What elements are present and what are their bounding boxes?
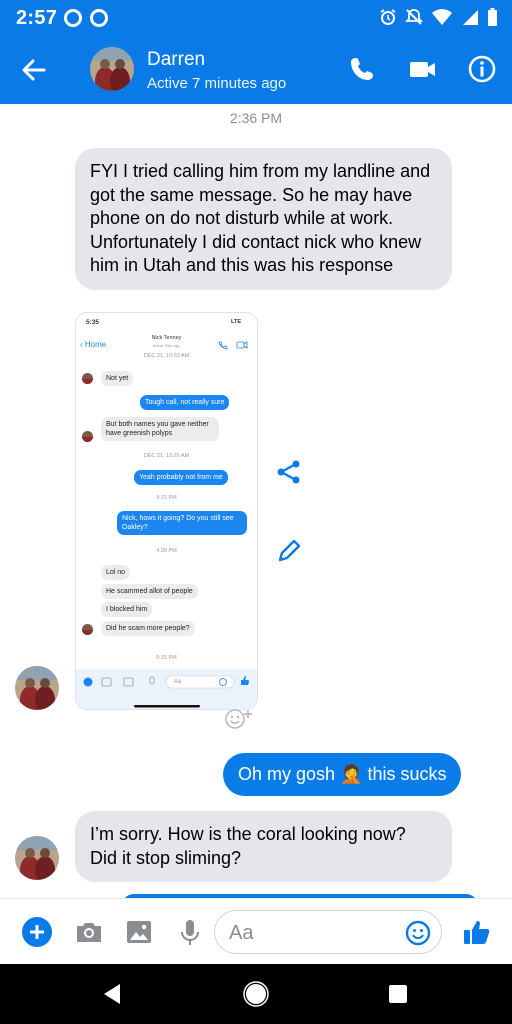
shot-call-icons: [218, 341, 248, 350]
share-icon[interactable]: [275, 458, 303, 486]
shot-message: Nick, hows it going? Do you still see Oa…: [117, 511, 247, 535]
nav-back-icon[interactable]: [100, 981, 126, 1007]
messenger-screen: 2:57 Darren Active 7 minutes ago 2:36 PM…: [0, 0, 512, 1024]
microphone-icon[interactable]: [174, 916, 206, 948]
message-composer: [0, 898, 512, 964]
message-input-container: [214, 910, 442, 954]
shot-message: Lol no: [101, 565, 131, 580]
shot-timestamp: 9:21 PM: [156, 495, 177, 501]
camera-icon[interactable]: [73, 916, 105, 948]
gallery-icon[interactable]: [123, 916, 155, 948]
shot-timestamp: DEC 21, 10:26 AM: [143, 453, 190, 459]
incoming-message[interactable]: FYI I tried calling him from my landline…: [75, 148, 452, 290]
shot-time: 5:35: [86, 319, 100, 326]
shot-message: Not yet: [101, 371, 134, 386]
notification-icon: [90, 9, 108, 27]
message-input[interactable]: [229, 921, 399, 945]
status-icons: [379, 7, 498, 27]
shot-message: Did he scam more people?: [101, 621, 195, 636]
battery-icon: [488, 8, 497, 26]
incoming-message[interactable]: I’m sorry. How is the coral looking now?…: [75, 811, 452, 882]
shot-message: Yeah probably not from me: [134, 470, 228, 485]
contact-name[interactable]: Darren: [147, 49, 205, 71]
shot-message: I blocked him: [101, 602, 153, 617]
wifi-icon: [432, 9, 452, 25]
shot-avatar: [82, 431, 93, 442]
conversation-header: Darren Active 7 minutes ago: [0, 34, 512, 104]
emoji-icon[interactable]: [405, 920, 431, 946]
add-reaction-icon[interactable]: [222, 706, 256, 732]
shot-avatar: [82, 373, 93, 384]
shot-timestamp: DEC 21, 10:03 AM: [143, 353, 190, 359]
notification-icon: [64, 9, 82, 27]
shot-timestamp: 4:39 PM: [156, 548, 177, 554]
info-icon[interactable]: [467, 54, 497, 84]
shot-network: LTE: [231, 319, 241, 325]
nav-home-icon[interactable]: [243, 981, 269, 1007]
shot-composer-placeholder: Aa: [174, 679, 182, 685]
outgoing-message[interactable]: Oh my gosh 🤦 this sucks: [223, 753, 462, 796]
status-bar: 2:57: [0, 0, 512, 34]
message-timestamp: 2:36 PM: [229, 110, 283, 126]
edit-pencil-icon[interactable]: [275, 537, 303, 565]
phone-call-icon[interactable]: [347, 54, 377, 84]
status-time: 2:57: [16, 7, 58, 29]
shot-message: He scammed allot of people: [101, 584, 198, 599]
contact-avatar[interactable]: [90, 47, 134, 91]
signal-icon: [463, 10, 478, 25]
shot-message: Tough call, not really sure: [140, 395, 230, 410]
shot-timestamp: 5:31 PM: [156, 655, 177, 661]
alarm-icon: [380, 9, 396, 25]
back-arrow-icon[interactable]: [20, 56, 48, 84]
shared-image[interactable]: 5:35 LTE ‹ Home Nick Tenney Active 53m a…: [75, 312, 258, 710]
do-not-disturb-icon: [405, 9, 423, 25]
plus-icon[interactable]: [21, 916, 53, 948]
contact-avatar[interactable]: [15, 836, 59, 880]
system-nav-bar: [0, 964, 512, 1024]
contact-avatar[interactable]: [15, 666, 59, 710]
video-call-icon[interactable]: [408, 54, 438, 84]
thumbs-up-icon[interactable]: [461, 916, 493, 948]
shot-composer: [76, 669, 257, 709]
presence-status: Active 7 minutes ago: [147, 75, 287, 92]
nav-recents-icon[interactable]: [385, 981, 411, 1007]
shot-message: But both names you gave neither have gre…: [101, 417, 219, 441]
shot-avatar: [82, 624, 93, 635]
